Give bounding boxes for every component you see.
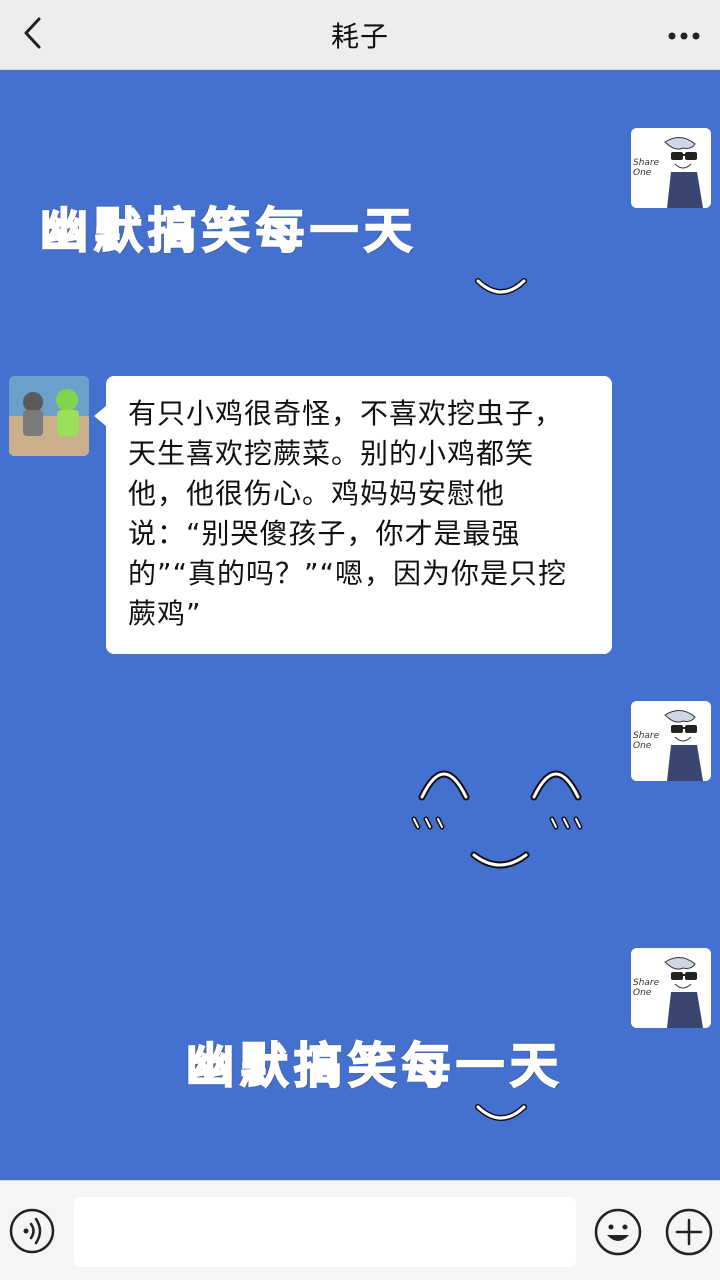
chat-area[interactable]: Share One 幽默搞笑每一天 有只小鸡很奇怪，不喜欢挖虫子，天生喜欢挖蕨菜… [0, 71, 720, 1179]
smile-mouth [475, 278, 527, 295]
message-input[interactable] [74, 1197, 576, 1267]
avatar[interactable]: Share One [631, 128, 711, 208]
chevron-left-icon [21, 16, 43, 54]
chat-title: 耗子 [330, 19, 389, 53]
voice-icon [8, 1208, 56, 1259]
emoji-icon [593, 1208, 643, 1261]
avatar[interactable]: Share One [631, 948, 711, 1028]
emoji-button[interactable] [593, 1207, 643, 1257]
avatar[interactable]: Share One [631, 701, 711, 781]
plus-circle-icon [664, 1208, 714, 1261]
more-button[interactable] [662, 13, 706, 57]
add-button[interactable] [664, 1207, 714, 1257]
avatar[interactable] [9, 376, 89, 456]
more-dots-icon [667, 26, 701, 45]
sticker-message[interactable]: 幽默搞笑每一天 [39, 191, 418, 261]
avatar-label: Share One [633, 158, 660, 178]
smile-face-sticker[interactable] [400, 747, 600, 877]
chat-header: 耗子 [0, 0, 720, 70]
message-text: 有只小鸡很奇怪，不喜欢挖虫子，天生喜欢挖蕨菜。别的小鸡都笑他，他很伤心。鸡妈妈安… [128, 397, 568, 630]
text-message-bubble[interactable]: 有只小鸡很奇怪，不喜欢挖虫子，天生喜欢挖蕨菜。别的小鸡都笑他，他很伤心。鸡妈妈安… [94, 376, 612, 654]
avatar-label: Share One [633, 978, 660, 998]
smile-mouth [475, 1104, 527, 1121]
voice-button[interactable] [8, 1207, 56, 1255]
back-button[interactable] [14, 13, 50, 57]
sticker-message[interactable]: 幽默搞笑每一天 [185, 1026, 564, 1096]
avatar-label: Share One [633, 731, 660, 751]
input-bar [0, 1180, 720, 1280]
